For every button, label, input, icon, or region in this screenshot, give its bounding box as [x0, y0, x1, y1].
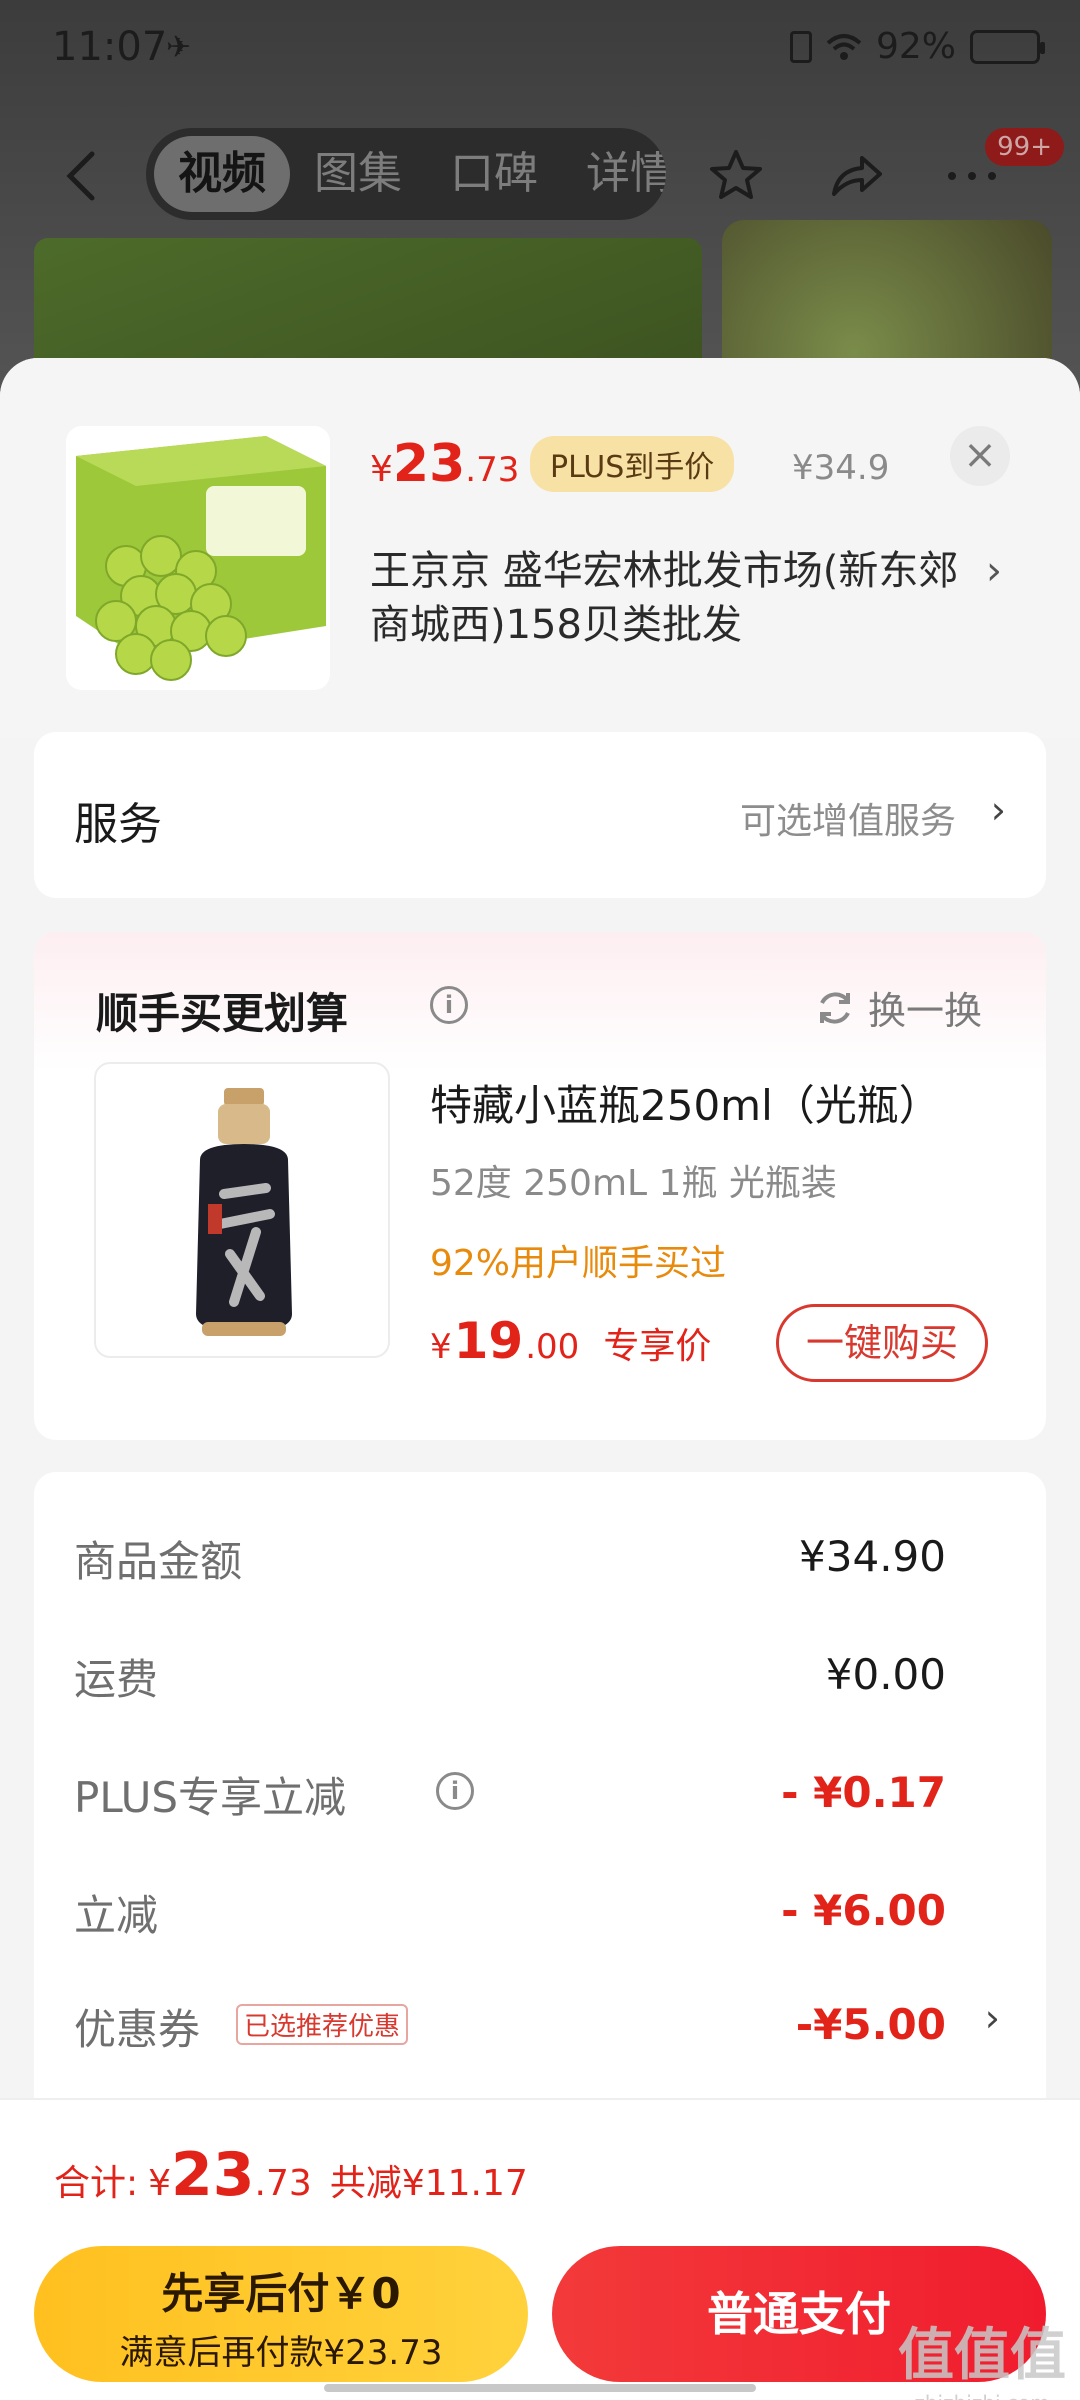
total-label: 合计: — [54, 2163, 139, 2204]
combo-price-currency: ¥ — [430, 1327, 452, 1367]
status-time: 11:07 — [52, 24, 168, 70]
close-button[interactable]: × — [950, 426, 1010, 486]
media-tab-switcher: 视频 图集 口碑 详情 — [146, 128, 666, 220]
background-page: 11:07 ✈ 92% 视频 图集 口碑 详情 99+ — [0, 0, 1080, 440]
refresh-button[interactable]: 换一换 — [814, 980, 982, 1035]
tab-reviews[interactable]: 口碑 — [426, 136, 562, 212]
original-price: ¥34.9 — [792, 448, 890, 488]
discount-label: 立减 — [74, 1891, 159, 1940]
status-right: 92% — [789, 26, 1045, 67]
combo-recommend-card: 顺手买更划算 i 换一换 特藏小蓝瓶250ml（光瓶） 52度 250mL 1瓶… — [34, 932, 1046, 1440]
total-currency: ¥ — [148, 2163, 172, 2204]
wifi-icon — [826, 33, 862, 60]
combo-product-name[interactable]: 特藏小蓝瓶250ml（光瓶） — [430, 1072, 941, 1133]
battery-percent: 92% — [875, 26, 956, 67]
tab-details[interactable]: 详情 — [562, 136, 666, 212]
sim-card-icon — [789, 30, 812, 63]
pay-later-subtitle: 满意后再付款¥23.73 — [119, 2333, 443, 2373]
plus-discount-row: PLUS专享立减 i - ¥0.17 — [74, 1764, 1006, 1824]
goods-amount-row: 商品金额 ¥34.90 — [74, 1528, 1006, 1588]
shipping-label: 运费 — [74, 1655, 159, 1704]
combo-product-spec: 52度 250mL 1瓶 光瓶装 — [430, 1163, 837, 1204]
coupon-value: -¥5.00 — [795, 2000, 946, 2049]
discount-row: 立减 - ¥6.00 — [74, 1882, 1006, 1942]
liquor-bottle-image — [196, 1088, 292, 1336]
service-chevron-icon: › — [990, 788, 1006, 832]
message-badge: 99+ — [985, 128, 1064, 166]
plus-discount-label: PLUS专享立减 — [74, 1773, 347, 1822]
combo-buy-rate: 92%用户顺手买过 — [430, 1243, 727, 1284]
goods-amount-value: ¥34.90 — [799, 1532, 946, 1581]
site-watermark: 值值值 zhizhizhi.com — [898, 2310, 1066, 2400]
product-price: ¥ 23 .73 — [370, 434, 519, 494]
combo-price-decimal: .00 — [525, 1327, 580, 1367]
back-arrow-icon[interactable] — [58, 148, 104, 204]
shipping-value: ¥0.00 — [825, 1650, 946, 1699]
coupon-row[interactable]: 优惠券 已选推荐优惠 -¥5.00 › — [74, 1996, 1006, 2056]
coupon-tag: 已选推荐优惠 — [236, 2004, 409, 2045]
pay-later-button[interactable]: 先享后付￥0 满意后再付款¥23.73 — [34, 2246, 528, 2382]
notification-bird-icon: ✈ — [166, 30, 192, 65]
shipping-row: 运费 ¥0.00 — [74, 1646, 1006, 1706]
price-currency: ¥ — [370, 449, 393, 490]
total-saved: 共减¥11.17 — [329, 2163, 528, 2204]
total-integer: 23 — [171, 2140, 255, 2210]
favorite-star-icon[interactable] — [706, 146, 766, 206]
coupon-label: 优惠券 — [74, 2005, 201, 2054]
combo-info-icon[interactable]: i — [430, 986, 468, 1024]
price-integer: 23 — [392, 434, 466, 494]
share-arrow-icon[interactable] — [826, 146, 886, 206]
service-title: 服务 — [74, 799, 162, 850]
grape-box-image — [66, 426, 330, 690]
plus-discount-info-icon[interactable]: i — [436, 1772, 474, 1810]
shop-name[interactable]: 王京京 盛华宏林批发市场(新东郊商城西)158贝类批发 — [370, 544, 970, 652]
refresh-label: 换一换 — [867, 989, 982, 1033]
service-card[interactable]: 服务 可选增值服务 › — [34, 732, 1046, 898]
product-header: ¥ 23 .73 PLUS到手价 ¥34.9 × 王京京 盛华宏林批发市场(新东… — [0, 358, 1080, 738]
price-decimal: .73 — [465, 450, 520, 490]
combo-title: 顺手买更划算 — [96, 989, 349, 1038]
combo-price-label: 专享价 — [603, 1326, 712, 1367]
watermark-text: 值值值 — [898, 2323, 1066, 2388]
plus-discount-value: - ¥0.17 — [781, 1768, 946, 1817]
shop-chevron-icon[interactable]: › — [986, 548, 1002, 594]
battery-icon — [970, 29, 1045, 64]
combo-price: ¥ 19 .00 专享价 — [430, 1312, 711, 1370]
tab-gallery[interactable]: 图集 — [290, 136, 426, 212]
combo-price-integer: 19 — [453, 1312, 524, 1370]
goods-amount-label: 商品金额 — [74, 1537, 243, 1586]
checkout-sheet: ¥ 23 .73 PLUS到手价 ¥34.9 × 王京京 盛华宏林批发市场(新东… — [0, 358, 1080, 2400]
service-value: 可选增值服务 — [739, 801, 956, 842]
discount-value: - ¥6.00 — [781, 1886, 946, 1935]
plus-price-tag: PLUS到手价 — [530, 436, 735, 492]
combo-product-image[interactable] — [94, 1062, 390, 1358]
refresh-icon — [819, 991, 850, 1024]
tab-video[interactable]: 视频 — [154, 136, 290, 212]
status-bar: 11:07 ✈ 92% — [0, 0, 1080, 100]
watermark-url: zhizhizhi.com — [898, 2391, 1066, 2400]
coupon-chevron-icon: › — [984, 1996, 1000, 2040]
total-decimal: .73 — [254, 2163, 312, 2204]
product-nav-bar: 视频 图集 口碑 详情 — [0, 128, 1080, 222]
total-amount: 合计: ¥ 23 .73 共减¥11.17 — [54, 2140, 528, 2210]
pay-later-title: 先享后付￥0 — [161, 2269, 401, 2318]
home-indicator[interactable] — [324, 2384, 756, 2392]
one-click-buy-button[interactable]: 一键购买 — [776, 1304, 988, 1382]
product-thumbnail[interactable] — [66, 426, 330, 690]
